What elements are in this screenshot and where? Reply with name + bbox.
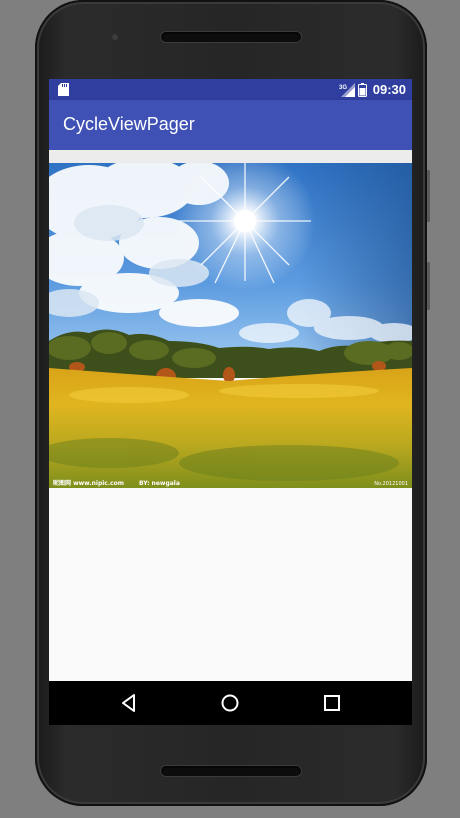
screen: 3G 09:30 CycleViewPager 昵图网 www.nipic.co… xyxy=(49,79,412,725)
top-speaker xyxy=(161,32,301,42)
battery-icon xyxy=(357,82,367,97)
front-camera xyxy=(112,34,118,40)
image-watermark-id: No.20121001 xyxy=(374,481,408,487)
network-type: 3G xyxy=(339,85,347,91)
app-bar: CycleViewPager xyxy=(49,100,412,150)
landscape-image: 昵图网 www.nipic.com BY: newgala No.2012100… xyxy=(49,163,412,488)
power-button[interactable] xyxy=(427,262,430,310)
image-watermark-author: BY: newgala xyxy=(139,480,180,487)
image-watermark-source: 昵图网 www.nipic.com xyxy=(53,479,124,487)
bottom-speaker xyxy=(161,766,301,776)
recents-icon[interactable] xyxy=(320,691,344,715)
volume-button[interactable] xyxy=(427,170,430,222)
home-icon[interactable] xyxy=(218,691,242,715)
navigation-bar xyxy=(49,681,412,725)
app-title: CycleViewPager xyxy=(63,114,195,134)
signal-icon: 3G xyxy=(339,82,355,97)
cycle-view-pager[interactable]: 昵图网 www.nipic.com BY: newgala No.2012100… xyxy=(49,163,412,488)
clock: 09:30 xyxy=(372,82,406,97)
sd-card-icon xyxy=(58,83,69,96)
status-bar: 3G 09:30 xyxy=(49,79,412,100)
back-icon[interactable] xyxy=(117,691,141,715)
status-icons: 3G 09:30 xyxy=(339,81,406,98)
pager-top-strip xyxy=(49,150,412,163)
